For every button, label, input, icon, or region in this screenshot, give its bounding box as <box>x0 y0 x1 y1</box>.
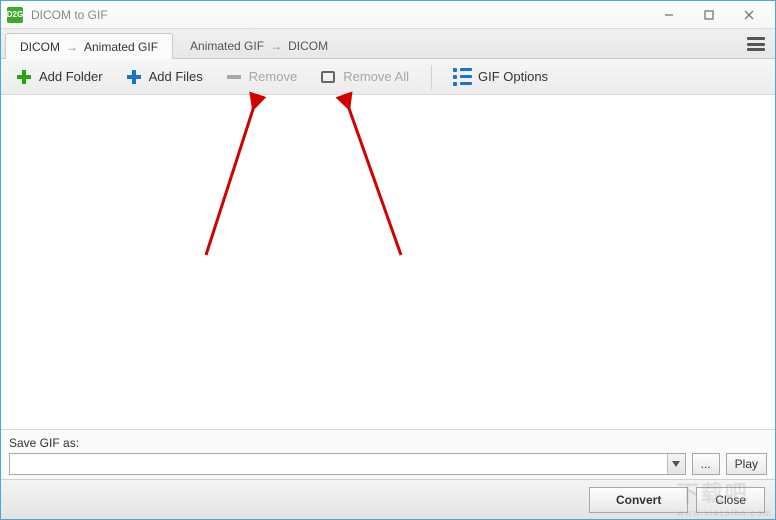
button-label: Remove All <box>343 69 409 84</box>
gif-options-button[interactable]: GIF Options <box>450 65 552 89</box>
app-icon: D2G <box>7 7 23 23</box>
arrow-right-icon: → <box>66 40 78 54</box>
add-files-button[interactable]: Add Files <box>121 65 207 89</box>
titlebar: D2G DICOM to GIF <box>1 1 775 29</box>
remove-all-button[interactable]: Remove All <box>315 65 413 89</box>
tab-label-part: DICOM <box>20 40 60 54</box>
maximize-button[interactable] <box>689 4 729 26</box>
tab-strip: DICOM → Animated GIF Animated GIF → DICO… <box>1 29 775 59</box>
button-label: Add Folder <box>39 69 103 84</box>
tab-gif-to-dicom[interactable]: Animated GIF → DICOM <box>175 32 343 58</box>
plus-icon <box>125 68 143 86</box>
close-window-button[interactable] <box>729 4 769 26</box>
tab-label-part: Animated GIF <box>84 40 158 54</box>
annotation-arrow <box>191 95 271 270</box>
arrow-right-icon: → <box>270 39 282 53</box>
toolbar: Add Folder Add Files Remove Remove All G… <box>1 59 775 95</box>
footer-bar: Convert Close 下载吧 www.xiazaiba.com <box>1 479 775 519</box>
tab-label-part: DICOM <box>288 39 328 53</box>
minus-icon <box>225 68 243 86</box>
menu-button[interactable] <box>745 35 767 53</box>
close-button[interactable]: Close <box>696 487 765 513</box>
square-icon <box>319 68 337 86</box>
convert-button[interactable]: Convert <box>589 487 688 513</box>
play-button[interactable]: Play <box>726 453 767 475</box>
dropdown-icon[interactable] <box>667 454 685 474</box>
button-label: Add Files <box>149 69 203 84</box>
file-list-area <box>1 95 775 430</box>
window-controls <box>649 4 769 26</box>
browse-button[interactable]: ... <box>692 453 720 475</box>
button-label: Remove <box>249 69 297 84</box>
tab-label-part: Animated GIF <box>190 39 264 53</box>
annotation-arrow <box>301 95 411 270</box>
remove-button[interactable]: Remove <box>221 65 301 89</box>
minimize-button[interactable] <box>649 4 689 26</box>
options-icon <box>454 68 472 86</box>
separator <box>431 65 432 89</box>
save-path-combo[interactable] <box>9 453 686 475</box>
add-folder-button[interactable]: Add Folder <box>11 65 107 89</box>
tab-dicom-to-gif[interactable]: DICOM → Animated GIF <box>5 33 173 59</box>
window-title: DICOM to GIF <box>31 8 649 22</box>
save-panel: Save GIF as: ... Play <box>1 430 775 479</box>
save-path-input[interactable] <box>9 453 686 475</box>
save-label: Save GIF as: <box>9 436 767 450</box>
app-window: D2G DICOM to GIF DICOM → Animated GIF An… <box>0 0 776 520</box>
button-label: GIF Options <box>478 69 548 84</box>
plus-icon <box>15 68 33 86</box>
